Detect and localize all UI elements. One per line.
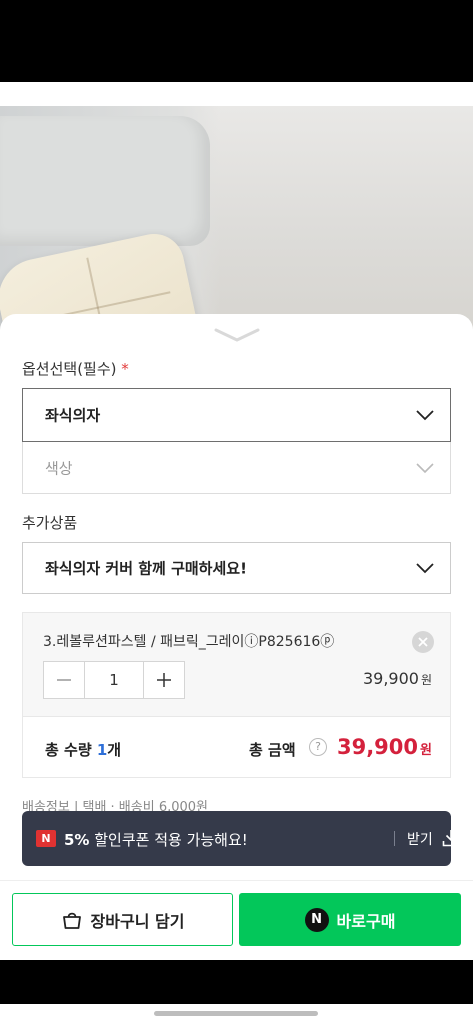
chevron-down-icon bbox=[416, 563, 434, 574]
chevron-down-icon bbox=[416, 410, 434, 421]
chevron-down-icon[interactable] bbox=[212, 326, 262, 344]
remove-item-button[interactable] bbox=[412, 631, 434, 653]
top-strip bbox=[0, 82, 473, 106]
addon-section-label: 추가상품 bbox=[22, 514, 78, 532]
selected-item-name: 3.레볼루션파스텔 / 패브릭_그레이ⓘP825616ⓟ bbox=[43, 634, 335, 650]
coupon-toast[interactable]: N 5% 할인쿠폰 적용 가능해요! 받기 bbox=[22, 811, 460, 866]
item-price-value: 39,900 bbox=[362, 669, 419, 688]
product-photo bbox=[0, 106, 473, 336]
plus-icon bbox=[157, 673, 171, 687]
item-price: 39,900 원 bbox=[363, 669, 432, 688]
addon-select-value: 좌식의자 커버 함께 구매하세요! bbox=[45, 559, 247, 578]
item-price-unit: 원 bbox=[420, 673, 432, 687]
addon-select[interactable]: 좌식의자 커버 함께 구매하세요! bbox=[22, 542, 451, 594]
total-summary: 총 수량 1개 총 금액 ? 39,900 원 bbox=[22, 716, 451, 778]
add-to-cart-content: 장바구니 담기 bbox=[13, 894, 232, 945]
status-bar bbox=[0, 0, 473, 82]
total-price-unit: 원 bbox=[420, 743, 432, 758]
coupon-divider bbox=[394, 831, 395, 846]
coupon-message: 5% 할인쿠폰 적용 가능해요! bbox=[64, 829, 248, 850]
color-select[interactable]: 색상 bbox=[22, 442, 451, 494]
photo-bed bbox=[0, 116, 210, 246]
option-select[interactable]: 좌식의자 bbox=[22, 388, 451, 442]
total-price-label: 총 금액 bbox=[249, 741, 296, 759]
option-label-text: 옵션선택(필수) bbox=[22, 360, 117, 378]
total-price-value: 39,900 bbox=[336, 735, 419, 759]
coupon-message-text: 할인쿠폰 적용 가능해요! bbox=[94, 831, 248, 849]
buy-now-button[interactable]: N 바로구매 bbox=[239, 893, 461, 946]
total-quantity-value: 1 bbox=[96, 741, 108, 759]
shopping-bag-icon bbox=[62, 912, 81, 929]
get-coupon-button[interactable]: 받기 bbox=[407, 829, 433, 849]
total-quantity: 총 수량 1개 bbox=[45, 739, 121, 760]
required-mark: * bbox=[121, 360, 129, 378]
buy-now-content: N 바로구매 bbox=[239, 893, 461, 946]
chevron-down-icon bbox=[416, 462, 434, 473]
help-icon[interactable]: ? bbox=[309, 738, 327, 756]
close-icon bbox=[418, 637, 428, 647]
selected-item-card: 3.레볼루션파스텔 / 패브릭_그레이ⓘP825616ⓟ 1 39,900 원 bbox=[22, 612, 451, 716]
total-quantity-label: 총 수량 bbox=[45, 741, 92, 759]
total-quantity-unit: 개 bbox=[107, 741, 122, 759]
total-price: 39,900 원 bbox=[337, 735, 432, 759]
home-indicator[interactable] bbox=[154, 1011, 318, 1016]
add-to-cart-label: 장바구니 담기 bbox=[90, 911, 185, 931]
download-icon[interactable] bbox=[442, 829, 460, 847]
minus-icon bbox=[57, 679, 71, 681]
system-nav-bar bbox=[0, 960, 473, 1004]
quantity-stepper: 1 bbox=[43, 661, 185, 699]
option-section-label: 옵션선택(필수) * bbox=[22, 358, 129, 379]
option-sheet: 옵션선택(필수) * 좌식의자 색상 추가상품 좌식의자 커버 함께 구매하세요… bbox=[0, 314, 473, 880]
quantity-value[interactable]: 1 bbox=[84, 662, 144, 698]
coupon-percent: 5% bbox=[64, 831, 90, 849]
purchase-bar: 장바구니 담기 N 바로구매 bbox=[0, 880, 473, 960]
naver-badge-icon: N bbox=[36, 830, 56, 847]
buy-now-label: 바로구매 bbox=[336, 911, 396, 931]
decrease-quantity-button[interactable] bbox=[44, 662, 84, 698]
option-select-value: 좌식의자 bbox=[45, 406, 101, 425]
naver-pay-icon: N bbox=[304, 907, 329, 932]
increase-quantity-button[interactable] bbox=[144, 662, 184, 698]
color-select-placeholder: 색상 bbox=[45, 459, 73, 477]
add-to-cart-button[interactable]: 장바구니 담기 bbox=[12, 893, 233, 946]
